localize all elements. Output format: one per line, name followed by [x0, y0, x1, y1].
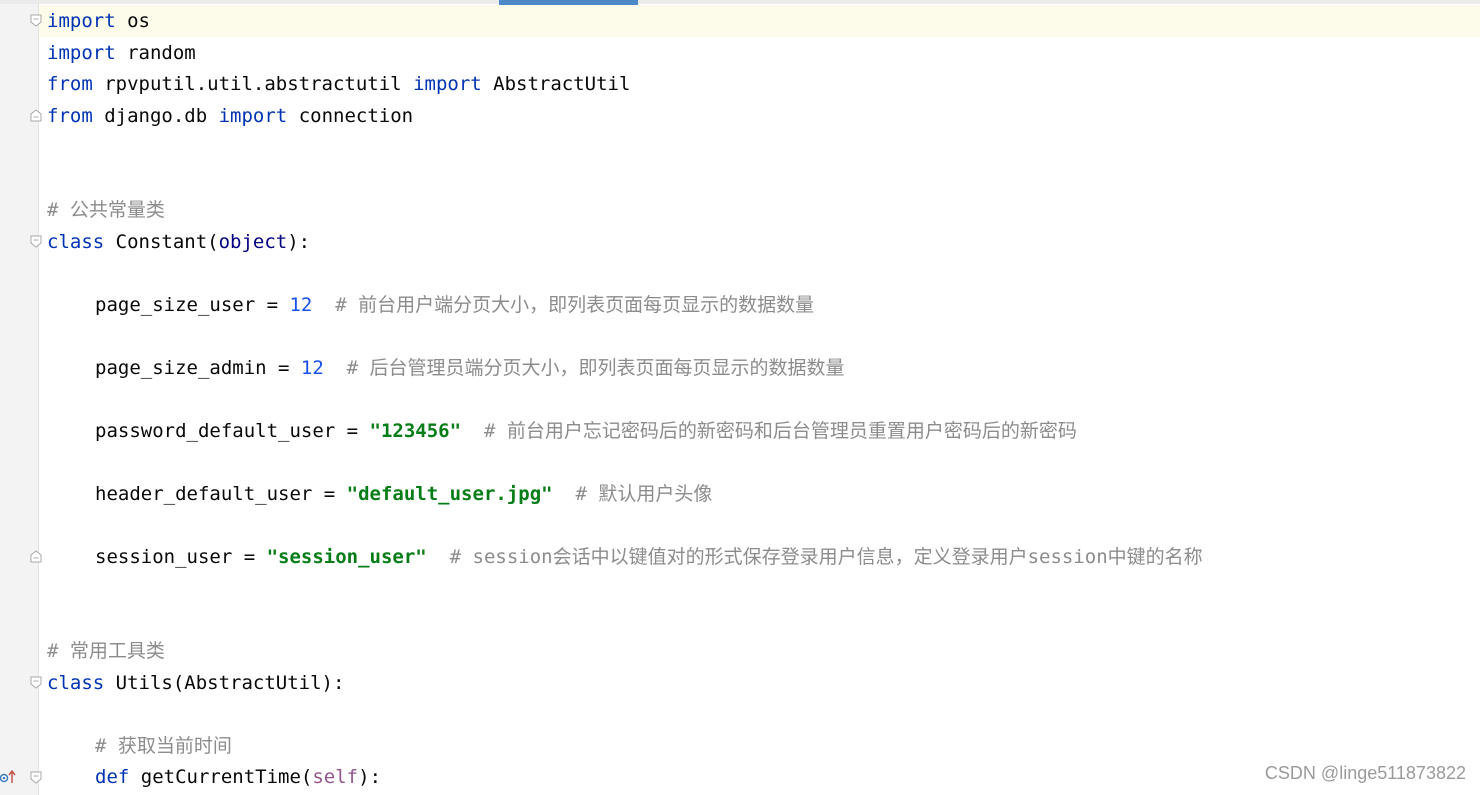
inline-comment: # 前台用户忘记密码后的新密码和后台管理员重置用户密码后的新密码	[461, 420, 1077, 442]
current-line-highlight	[39, 5, 1480, 37]
fold-marker-icon[interactable]	[30, 676, 42, 689]
imported-name: connection	[287, 105, 414, 127]
code-line[interactable]: session_user = "session_user" # session会…	[95, 542, 1203, 572]
inline-comment: # 默认用户头像	[552, 483, 713, 505]
code-line[interactable]: from django.db import connection	[47, 101, 413, 131]
string-literal: "default_user.jpg"	[346, 483, 553, 505]
fold-marker-icon[interactable]	[30, 771, 42, 784]
code-line[interactable]: page_size_admin = 12 # 后台管理员端分页大小，即列表页面每…	[95, 353, 845, 383]
string-literal: "session_user"	[266, 546, 427, 568]
inline-comment: # 前台用户端分页大小，即列表页面每页显示的数据数量	[312, 294, 815, 316]
self-param: self	[312, 766, 359, 788]
module-path: django.db	[92, 105, 219, 127]
keyword-import: import	[413, 73, 482, 95]
code-comment[interactable]: # 获取当前时间	[95, 731, 232, 761]
number-literal: 12	[289, 294, 313, 316]
code-line[interactable]: import os	[47, 6, 150, 36]
keyword-import: import	[47, 10, 116, 32]
code-line[interactable]: import random	[47, 38, 196, 68]
variable-assign: password_default_user =	[95, 420, 370, 442]
keyword-class: class	[47, 231, 105, 253]
code-line[interactable]: def getCurrentTime(self):	[95, 762, 381, 792]
inline-comment: # session会话中以键值对的形式保存登录用户信息，定义登录用户sessio…	[426, 546, 1203, 568]
inline-comment: # 后台管理员端分页大小，即列表页面每页显示的数据数量	[323, 357, 845, 379]
keyword-from: from	[47, 105, 93, 127]
code-comment[interactable]: # 常用工具类	[47, 636, 165, 666]
code-line[interactable]: from rpvputil.util.abstractutil import A…	[47, 69, 630, 99]
variable-assign: session_user =	[95, 546, 267, 568]
function-end: ):	[358, 766, 382, 788]
keyword-class: class	[47, 672, 105, 694]
module-name: os	[115, 10, 150, 32]
keyword-import: import	[218, 105, 288, 127]
csdn-watermark: CSDN @linge511873822	[1264, 763, 1466, 783]
code-editor[interactable]: import os import random from rpvputil.ut…	[0, 0, 1480, 795]
fold-marker-icon[interactable]	[30, 550, 42, 563]
keyword-import: import	[47, 42, 116, 64]
class-end: ):	[287, 231, 311, 253]
module-path: rpvputil.util.abstractutil	[92, 73, 414, 95]
variable-assign: page_size_user =	[95, 294, 290, 316]
override-method-icon[interactable]	[0, 768, 16, 784]
fold-marker-icon[interactable]	[30, 14, 42, 27]
code-line[interactable]: page_size_user = 12 # 前台用户端分页大小，即列表页面每页显…	[95, 290, 814, 320]
code-line[interactable]: header_default_user = "default_user.jpg"…	[95, 479, 712, 509]
code-line[interactable]: class Constant(object):	[47, 227, 310, 257]
fold-marker-icon[interactable]	[30, 109, 42, 122]
imported-name: AbstractUtil	[481, 73, 631, 95]
keyword-def: def	[95, 766, 130, 788]
base-class: object	[218, 231, 288, 253]
keyword-from: from	[47, 73, 93, 95]
code-line[interactable]: password_default_user = "123456" # 前台用户忘…	[95, 416, 1077, 446]
class-name: Constant(	[104, 231, 219, 253]
variable-assign: page_size_admin =	[95, 357, 301, 379]
variable-assign: header_default_user =	[95, 483, 347, 505]
code-line[interactable]: class Utils(AbstractUtil):	[47, 668, 344, 698]
number-literal: 12	[300, 357, 324, 379]
code-comment[interactable]: # 公共常量类	[47, 195, 165, 225]
class-name: Utils(AbstractUtil):	[104, 672, 345, 694]
fold-marker-icon[interactable]	[30, 235, 42, 248]
string-literal: "123456"	[369, 420, 462, 442]
module-name: random	[115, 42, 196, 64]
function-name: getCurrentTime(	[129, 766, 313, 788]
editor-top-border	[0, 0, 1480, 4]
